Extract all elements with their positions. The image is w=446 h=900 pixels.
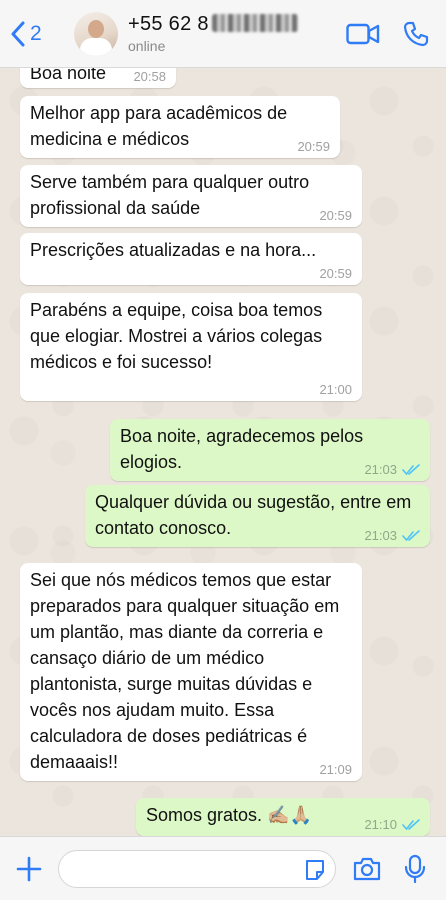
microphone-icon[interactable] (404, 854, 426, 884)
voice-call-button[interactable] (402, 21, 430, 47)
avatar[interactable] (74, 11, 118, 56)
message-text: Melhor app para acadêmicos de medicina e… (30, 103, 288, 149)
message-text: Sei que nós médicos temos que estar prep… (30, 570, 340, 772)
back-button[interactable]: 2 (10, 21, 68, 47)
sticker-icon[interactable] (303, 858, 327, 882)
read-ticks-icon (402, 464, 420, 476)
chat-header: 2 +55 62 8 online (0, 0, 446, 68)
video-call-button[interactable] (346, 23, 380, 45)
message-bubble-incoming[interactable]: Sei que nós médicos temos que estar prep… (20, 563, 362, 781)
message-bubble-outgoing[interactable]: Qualquer dúvida ou sugestão, entre em co… (85, 485, 430, 547)
contact-status: online (128, 38, 166, 54)
phone-icon (403, 21, 429, 46)
redacted-number (211, 14, 298, 32)
message-time: 21:03 (364, 462, 420, 478)
message-time: 20:59 (297, 139, 330, 154)
message-time: 20:59 (319, 208, 352, 223)
contact-name: +55 62 8 (128, 13, 346, 36)
message-time: 21:10 (364, 817, 420, 833)
message-bubble-incoming[interactable]: Serve também para qualquer outro profiss… (20, 165, 362, 227)
message-text: Serve também para qualquer outro profiss… (30, 172, 310, 218)
camera-icon[interactable] (352, 856, 382, 882)
unread-count: 2 (30, 21, 42, 45)
message-bubble-outgoing[interactable]: Somos gratos. ✍🏼🙏🏼 21:10 (136, 798, 430, 836)
chevron-left-icon (11, 21, 25, 46)
message-time: 21:09 (319, 762, 352, 777)
message-text: Prescrições atualizadas e na hora... (30, 240, 317, 260)
read-ticks-icon (402, 530, 420, 542)
message-text: Parabéns a equipe, coisa boa temos que e… (30, 300, 323, 372)
message-time: 21:03 (364, 528, 420, 544)
message-time: 20:59 (319, 266, 352, 281)
message-bubble-incoming[interactable]: Parabéns a equipe, coisa boa temos que e… (20, 293, 362, 401)
message-composer (0, 836, 446, 900)
message-bubble-incoming[interactable]: Prescrições atualizadas e na hora... 20:… (20, 233, 362, 285)
message-bubble-incoming[interactable]: Boa noite 20:58 (20, 68, 176, 88)
contact-info[interactable]: +55 62 8 online (128, 13, 346, 54)
video-camera-icon (346, 23, 380, 44)
message-time: 21:00 (319, 382, 352, 397)
read-ticks-icon (402, 819, 420, 831)
plus-icon[interactable] (14, 854, 44, 884)
message-input[interactable] (58, 849, 336, 888)
message-bubble-incoming[interactable]: Melhor app para acadêmicos de medicina e… (20, 96, 340, 158)
message-time: 20:58 (133, 69, 166, 84)
message-bubble-outgoing[interactable]: Boa noite, agradecemos pelos elogios. 21… (110, 419, 430, 481)
message-list[interactable]: Boa noite 20:58 Melhor app para acadêmic… (0, 68, 446, 836)
